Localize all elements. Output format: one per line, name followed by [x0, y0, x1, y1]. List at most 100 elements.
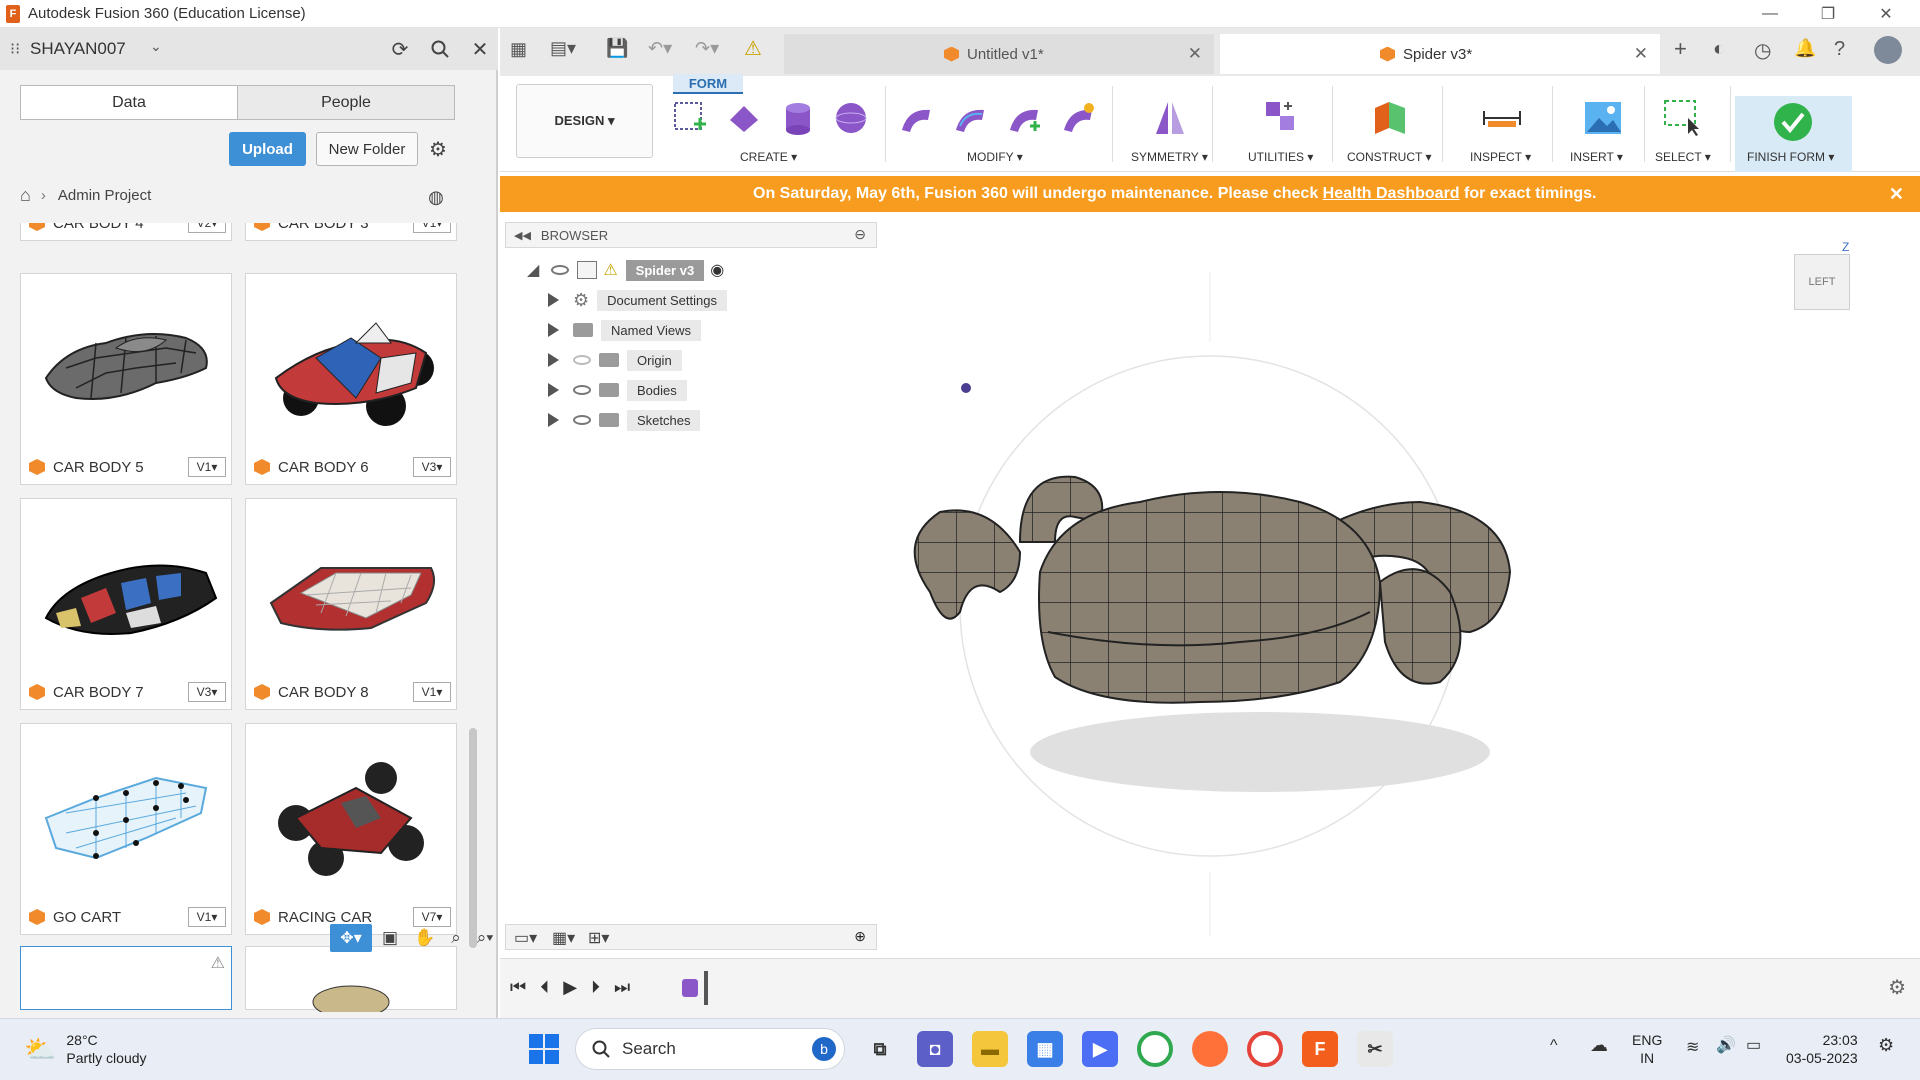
redo-icon[interactable]: ↷▾: [695, 38, 719, 59]
job-status-icon[interactable]: ◷: [1754, 38, 1771, 63]
symmetry-menu[interactable]: SYMMETRY ▾: [1131, 150, 1208, 164]
timeline-settings-gear-icon[interactable]: ⚙: [1888, 975, 1906, 1000]
look-at-icon[interactable]: ▣: [382, 928, 398, 948]
version-dropdown[interactable]: V2▾: [188, 223, 226, 233]
expand-triangle-icon[interactable]: [548, 293, 559, 307]
onedrive-cloud-icon[interactable]: ☁: [1590, 1035, 1608, 1056]
first-step-icon[interactable]: ⏮: [510, 977, 526, 998]
expand-triangle-icon[interactable]: [548, 413, 559, 427]
construct-plane-icon[interactable]: [1371, 98, 1411, 138]
store-icon[interactable]: ▦: [1027, 1031, 1063, 1067]
utilities-icon[interactable]: [1260, 98, 1300, 138]
extensions-icon[interactable]: ◐: [1713, 38, 1725, 61]
search-icon[interactable]: [426, 35, 454, 63]
avatar[interactable]: [1874, 36, 1902, 64]
canvas-viewport[interactable]: Z LEFT: [500, 212, 1920, 958]
expand-triangle-icon[interactable]: [548, 383, 559, 397]
browser-header[interactable]: ◀◀ BROWSER ⊖: [505, 222, 877, 248]
measure-icon[interactable]: [1482, 98, 1522, 138]
tab-form[interactable]: FORM: [673, 74, 743, 94]
root-label[interactable]: Spider v3: [625, 259, 705, 281]
settings-gear-icon[interactable]: ⚙: [424, 135, 452, 163]
extrude-form-icon[interactable]: [1004, 98, 1044, 138]
volume-icon[interactable]: 🔊: [1716, 1035, 1736, 1055]
design-card[interactable]: CAR BODY 7 V3▾: [20, 498, 232, 710]
expand-panel-icon[interactable]: ⊕: [854, 928, 866, 945]
insert-menu[interactable]: INSERT ▾: [1570, 150, 1623, 164]
close-icon[interactable]: ✕: [466, 35, 494, 63]
wifi-icon[interactable]: ≋: [1686, 1037, 1699, 1057]
chrome-icon[interactable]: [1137, 1031, 1173, 1067]
play-icon[interactable]: ▶: [563, 977, 577, 998]
design-card-partial[interactable]: ⚠: [20, 946, 232, 1010]
crease-icon[interactable]: [1058, 98, 1098, 138]
version-dropdown[interactable]: V3▾: [413, 457, 451, 477]
new-folder-button[interactable]: New Folder: [316, 132, 418, 166]
timeline-feature-icon[interactable]: [682, 979, 698, 997]
collapse-panel-icon[interactable]: ◀◀: [514, 229, 531, 242]
create-box-icon[interactable]: [670, 98, 710, 138]
tab-people[interactable]: People: [238, 86, 454, 119]
tree-node-bodies[interactable]: Bodies: [548, 378, 687, 402]
finish-form-menu[interactable]: FINISH FORM ▾: [1747, 150, 1834, 164]
timeline-marker[interactable]: [704, 971, 708, 1005]
close-window-button[interactable]: ✕: [1858, 0, 1914, 28]
insert-image-icon[interactable]: [1583, 98, 1623, 138]
tree-node-origin[interactable]: Origin: [548, 348, 682, 372]
eye-icon[interactable]: [573, 385, 591, 395]
refresh-icon[interactable]: ⟳: [386, 35, 414, 63]
warning-icon[interactable]: ⚠: [744, 36, 762, 61]
design-card[interactable]: GO CART V1▾: [20, 723, 232, 935]
previous-step-icon[interactable]: ⏴: [540, 977, 549, 998]
system-clock[interactable]: 23:03 03-05-2023: [1786, 1031, 1858, 1067]
pan-hand-icon[interactable]: ✋: [414, 928, 435, 948]
viewports-icon[interactable]: ⊞▾: [588, 928, 609, 948]
help-icon[interactable]: ?: [1834, 38, 1845, 61]
fusion-360-icon[interactable]: F: [1302, 1031, 1338, 1067]
minimize-button[interactable]: —: [1742, 0, 1798, 28]
model-canvas[interactable]: [500, 212, 1920, 958]
tree-node-sketches[interactable]: Sketches: [548, 408, 701, 432]
notifications-bell-icon[interactable]: 🔔: [1794, 38, 1816, 59]
bing-icon[interactable]: b: [812, 1037, 836, 1061]
home-icon[interactable]: ⌂: [20, 185, 31, 206]
design-card[interactable]: CAR BODY 6 V3▾: [245, 273, 457, 485]
version-dropdown[interactable]: V1▾: [188, 907, 226, 927]
view-cube-face[interactable]: LEFT: [1794, 254, 1850, 310]
cylinder-icon[interactable]: [778, 98, 818, 138]
orbit-move-icon[interactable]: ✥▾: [330, 924, 372, 952]
create-menu[interactable]: CREATE ▾: [740, 150, 797, 164]
close-banner-button[interactable]: ✕: [1889, 184, 1904, 205]
team-icon[interactable]: ⁝⁝: [10, 39, 20, 59]
battery-icon[interactable]: ▭: [1746, 1035, 1761, 1055]
grid-icon[interactable]: ▦▾: [552, 928, 575, 948]
eye-hidden-icon[interactable]: [573, 355, 591, 365]
notification-settings-icon[interactable]: ⚙: [1878, 1035, 1894, 1056]
new-tab-icon[interactable]: +: [1674, 36, 1687, 62]
restore-button[interactable]: ❐: [1800, 0, 1856, 28]
construct-menu[interactable]: CONSTRUCT ▾: [1347, 150, 1431, 164]
version-dropdown[interactable]: V3▾: [188, 682, 226, 702]
chevron-down-icon[interactable]: ⌄: [150, 38, 162, 55]
health-dashboard-link[interactable]: Health Dashboard: [1323, 185, 1460, 202]
plane-icon[interactable]: [724, 98, 764, 138]
design-card-partial[interactable]: [245, 946, 457, 1012]
file-menu-icon[interactable]: ▤▾: [550, 38, 576, 59]
activate-radio-icon[interactable]: ◉: [710, 260, 724, 280]
task-view-icon[interactable]: ⧉: [862, 1031, 898, 1067]
sphere-icon[interactable]: [831, 98, 871, 138]
power-automate-icon[interactable]: ▶: [1082, 1031, 1118, 1067]
globe-icon[interactable]: ◍: [422, 183, 450, 211]
file-explorer-icon[interactable]: ▬: [972, 1031, 1008, 1067]
user-switcher[interactable]: SHAYAN007: [30, 39, 126, 59]
close-tab-icon[interactable]: ✕: [1634, 44, 1648, 64]
upload-button[interactable]: Upload: [229, 132, 306, 166]
version-dropdown[interactable]: V1▾: [413, 223, 451, 233]
chrome-profile-icon[interactable]: [1247, 1031, 1283, 1067]
tab-spider[interactable]: Spider v3* ✕: [1220, 34, 1660, 74]
close-tab-icon[interactable]: ✕: [1188, 44, 1202, 64]
data-panel-scrollbar[interactable]: [469, 728, 477, 948]
insert-edge-icon[interactable]: [950, 98, 990, 138]
collapse-triangle-icon[interactable]: ◢: [527, 260, 539, 280]
symmetry-icon[interactable]: [1150, 98, 1190, 138]
